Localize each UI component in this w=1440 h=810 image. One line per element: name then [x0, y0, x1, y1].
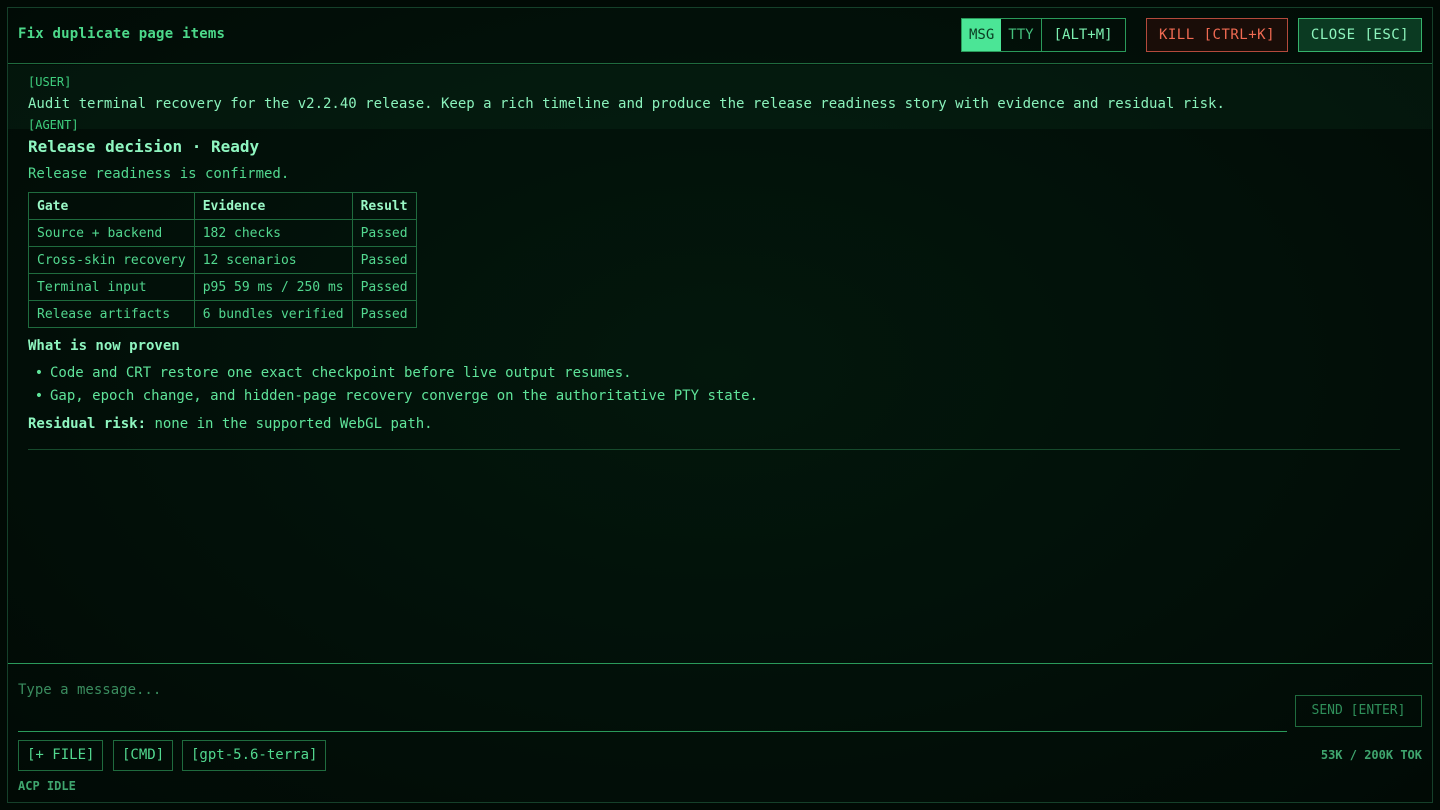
acp-status: ACP IDLE	[18, 779, 76, 793]
release-decision-heading: Release decision · Ready	[28, 137, 260, 156]
table-row: Cross-skin recovery 12 scenarios Passed	[28, 246, 417, 274]
message-divider	[28, 449, 1400, 450]
mode-msg-button[interactable]: MSG	[962, 19, 1002, 51]
result-cell: Passed	[351, 273, 417, 301]
gate-cell: Terminal input	[28, 273, 195, 301]
list-item: • Code and CRT restore one exact checkpoi…	[28, 362, 758, 385]
bullet-icon: •	[34, 388, 44, 404]
close-button[interactable]: CLOSE [ESC]	[1298, 18, 1422, 52]
list-item: • Gap, epoch change, and hidden-page reco…	[28, 385, 758, 408]
agent-role-label: [AGENT]	[28, 118, 79, 132]
user-role-label: [USER]	[28, 75, 72, 89]
mode-tty-button[interactable]: TTY	[1001, 19, 1040, 51]
mode-shortcut-hint[interactable]: [ALT+M]	[1040, 19, 1125, 51]
column-header-evidence: Evidence	[193, 192, 353, 220]
table-header-row: Gate Evidence Result	[28, 192, 417, 220]
session-window: Fix duplicate page items MSG TTY [ALT+M]…	[7, 7, 1433, 803]
residual-risk-text: none in the supported WebGL path.	[154, 416, 433, 432]
mode-toggle: MSG TTY [ALT+M]	[961, 18, 1126, 52]
send-button[interactable]: SEND [ENTER]	[1295, 695, 1422, 727]
residual-risk-label: Residual risk:	[28, 416, 147, 432]
composer-divider	[8, 663, 1432, 664]
residual-risk: Residual risk: none in the supported Web…	[28, 416, 433, 432]
evidence-cell: 6 bundles verified	[193, 300, 353, 328]
column-header-gate: Gate	[28, 192, 195, 220]
result-cell: Passed	[351, 300, 417, 328]
user-message: Audit terminal recovery for the v2.2.40 …	[28, 96, 1225, 112]
result-cell: Passed	[351, 219, 417, 247]
table-row: Terminal input p95 59 ms / 250 ms Passed	[28, 273, 417, 301]
result-cell: Passed	[351, 246, 417, 274]
token-usage: 53K / 200K TOK	[1320, 748, 1422, 762]
gate-cell: Source + backend	[28, 219, 195, 247]
evidence-cell: 12 scenarios	[193, 246, 353, 274]
message-input[interactable]	[18, 676, 1287, 732]
session-title: Fix duplicate page items	[18, 26, 226, 42]
list-item-text: Code and CRT restore one exact checkpoin…	[50, 365, 632, 381]
evidence-cell: 182 checks	[193, 219, 353, 247]
model-selector[interactable]: [gpt-5.6-terra]	[182, 740, 327, 771]
readiness-status: Release readiness is confirmed.	[28, 166, 290, 182]
kill-button[interactable]: KILL [CTRL+K]	[1146, 18, 1288, 52]
gates-table: Gate Evidence Result Source + backend 18…	[28, 192, 417, 328]
evidence-cell: p95 59 ms / 250 ms	[193, 273, 353, 301]
proven-heading: What is now proven	[28, 338, 180, 354]
list-item-text: Gap, epoch change, and hidden-page recov…	[50, 388, 759, 404]
proven-list: • Code and CRT restore one exact checkpoi…	[28, 362, 758, 408]
table-row: Source + backend 182 checks Passed	[28, 219, 417, 247]
bullet-icon: •	[34, 365, 44, 381]
gate-cell: Release artifacts	[28, 300, 195, 328]
attach-file-button[interactable]: [+ FILE]	[18, 740, 104, 771]
gate-cell: Cross-skin recovery	[28, 246, 195, 274]
command-button[interactable]: [CMD]	[113, 740, 174, 771]
header-bar: Fix duplicate page items MSG TTY [ALT+M]…	[8, 8, 1432, 64]
table-row: Release artifacts 6 bundles verified Pas…	[28, 300, 417, 328]
column-header-result: Result	[351, 192, 417, 220]
